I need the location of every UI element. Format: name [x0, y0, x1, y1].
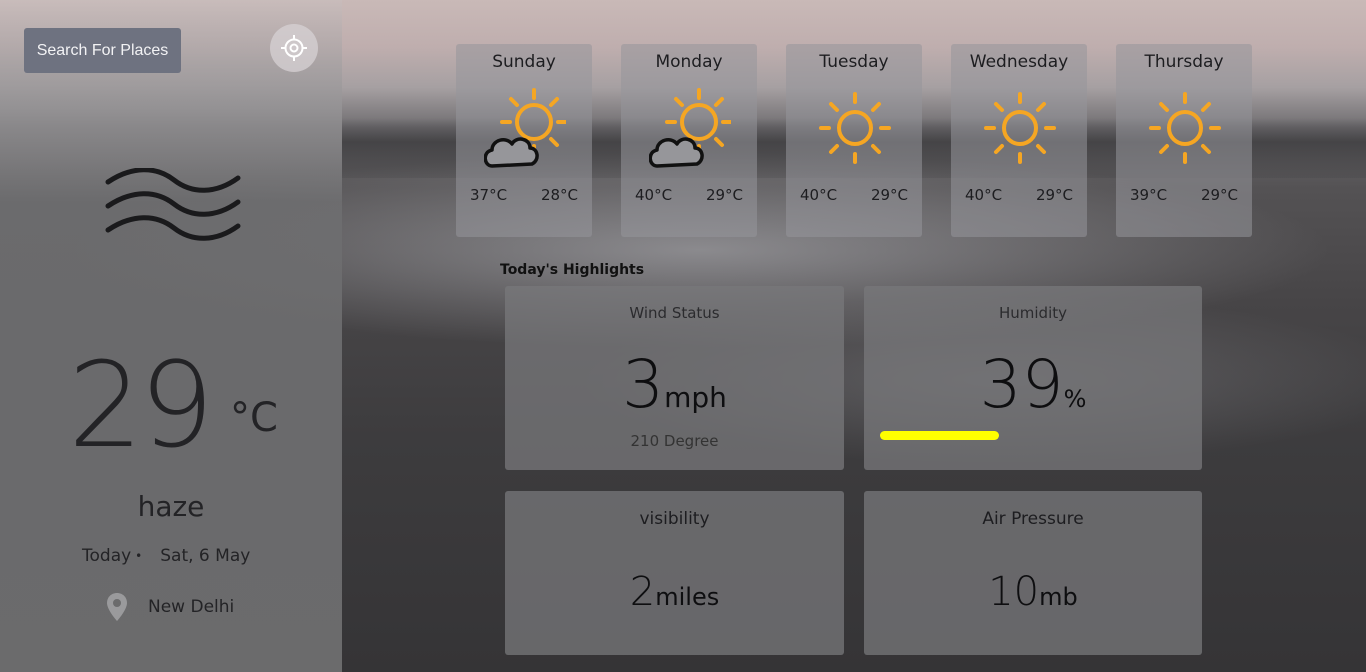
temperature-unit: °C	[230, 395, 278, 441]
location-pin-icon	[107, 593, 127, 621]
crosshair-icon	[281, 35, 307, 61]
air-pressure-card: Air Pressure 10mb	[864, 491, 1202, 655]
forecast-min-temp: 29°C	[1035, 186, 1073, 204]
forecast-day: Wednesday	[969, 52, 1069, 72]
visibility-unit: miles	[655, 583, 720, 611]
forecast-max-temp: 40°C	[800, 186, 838, 204]
current-date: Sat, 6 May	[160, 546, 251, 566]
wind-unit: mph	[664, 381, 727, 414]
air-pressure-value: 10mb	[864, 569, 1202, 615]
wind-direction: 210 Degree	[630, 432, 719, 450]
forecast-max-temp: 40°C	[965, 186, 1003, 204]
humidity-card: Humidity 39%	[864, 286, 1202, 470]
partly-cloudy-icon	[484, 88, 566, 168]
humidity-number: 39	[979, 346, 1064, 423]
visibility-title: visibility	[639, 509, 710, 529]
air-pressure-title: Air Pressure	[982, 509, 1084, 529]
forecast-min-temp: 29°C	[1200, 186, 1238, 204]
date-separator: •	[135, 549, 143, 563]
forecast-max-temp: 40°C	[635, 186, 673, 204]
sun-icon	[984, 92, 1056, 164]
weather-condition: haze	[137, 490, 205, 523]
visibility-number: 2	[629, 569, 656, 615]
wind-status-card: Wind Status 3mph 210 Degree	[505, 286, 844, 470]
wind-value: 3mph	[505, 346, 844, 423]
forecast-day: Thursday	[1144, 52, 1224, 72]
humidity-value: 39%	[864, 346, 1202, 423]
humidity-title: Humidity	[998, 304, 1067, 322]
partly-cloudy-icon	[649, 88, 731, 168]
highlights-title: Today's Highlights	[500, 262, 645, 278]
air-pressure-unit: mb	[1039, 583, 1078, 611]
forecast-min-temp: 28°C	[540, 186, 578, 204]
forecast-card: Sunday 37°C 28°C	[456, 44, 592, 237]
sun-icon	[819, 92, 891, 164]
temperature-value: 29	[68, 336, 214, 474]
location-row: New Delhi	[106, 592, 234, 622]
sun-icon	[1149, 92, 1221, 164]
forecast-card: Thursday 39°C 29°C	[1116, 44, 1252, 237]
air-pressure-number: 10	[988, 569, 1040, 615]
humidity-bar	[880, 431, 999, 440]
humidity-unit: %	[1063, 385, 1087, 413]
wind-speed: 3	[622, 346, 665, 423]
sidebar: Search For Places 29 °C haze Today • Sat…	[0, 0, 342, 672]
wind-status-title: Wind Status	[629, 304, 720, 322]
forecast-card: Monday 40°C 29°C	[621, 44, 757, 237]
forecast-day: Monday	[655, 52, 723, 72]
forecast-min-temp: 29°C	[870, 186, 908, 204]
forecast-min-temp: 29°C	[705, 186, 743, 204]
visibility-value: 2miles	[505, 569, 844, 615]
date-prefix: Today	[82, 546, 132, 566]
forecast-day: Sunday	[492, 52, 556, 72]
current-temperature: 29 °C	[68, 335, 328, 475]
search-places-button[interactable]: Search For Places	[24, 28, 181, 73]
haze-icon	[105, 168, 241, 241]
forecast-max-temp: 37°C	[470, 186, 508, 204]
location-name: New Delhi	[148, 597, 235, 617]
forecast-max-temp: 39°C	[1130, 186, 1168, 204]
forecast-card: Tuesday 40°C 29°C	[786, 44, 922, 237]
date-row: Today • Sat, 6 May	[82, 546, 250, 566]
my-location-button[interactable]	[270, 24, 318, 72]
visibility-card: visibility 2miles	[505, 491, 844, 655]
forecast-card: Wednesday 40°C 29°C	[951, 44, 1087, 237]
forecast-day: Tuesday	[819, 52, 889, 72]
